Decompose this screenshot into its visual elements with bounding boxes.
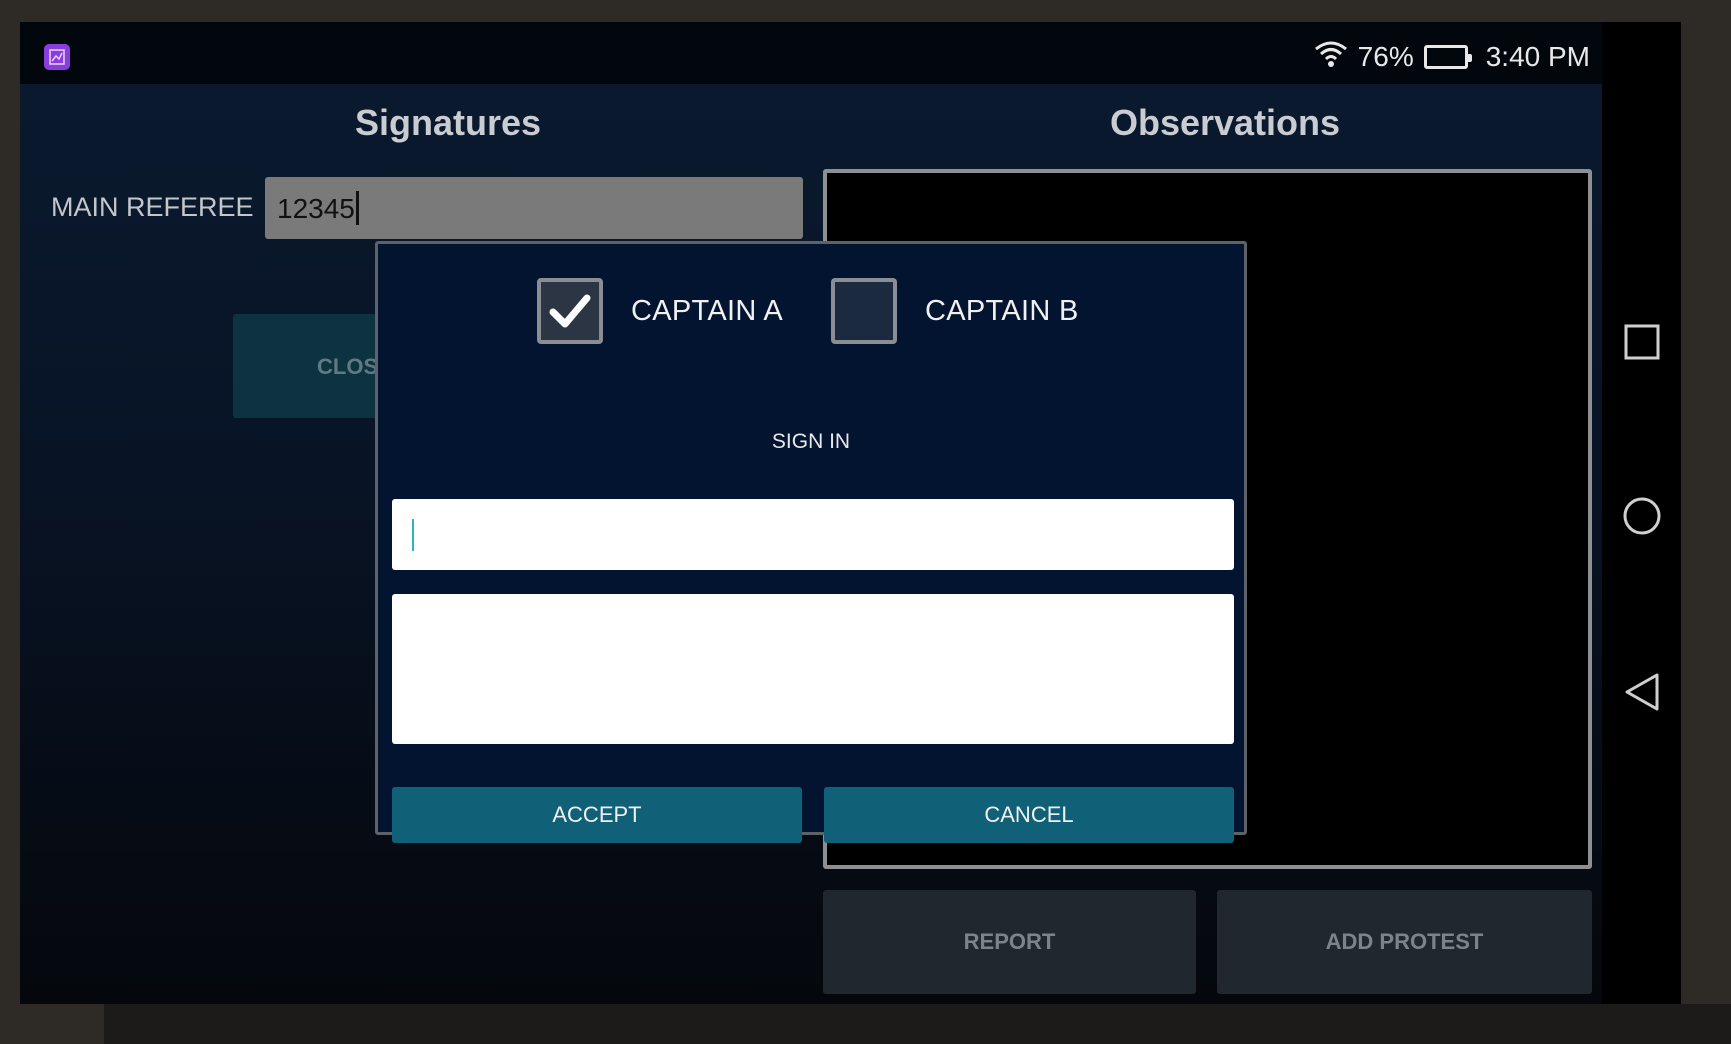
add-protest-button[interactable]: ADD PROTEST — [1217, 890, 1592, 994]
battery-percent: 76% — [1357, 41, 1414, 72]
captain-b-option[interactable]: CAPTAIN B — [831, 278, 1079, 344]
accept-button[interactable]: ACCEPT — [392, 787, 802, 843]
captain-a-checkbox[interactable] — [537, 278, 603, 344]
captain-a-label: CAPTAIN A — [631, 294, 784, 327]
back-triangle-icon[interactable] — [1620, 670, 1664, 714]
home-circle-icon[interactable] — [1620, 494, 1664, 538]
signatures-title: Signatures — [354, 102, 542, 143]
checkmark-icon — [549, 294, 591, 328]
app-icon — [44, 44, 70, 70]
close-button-label: CLOS — [317, 354, 379, 379]
system-nav-bar — [1602, 22, 1681, 1004]
main-referee-value: 12345 — [277, 193, 355, 224]
recents-square-icon[interactable] — [1620, 320, 1664, 364]
add-protest-button-label: ADD PROTEST — [1325, 929, 1484, 954]
device-shadow — [104, 1004, 1731, 1044]
status-indicators: 76% 3:40 PM — [1314, 40, 1590, 74]
captain-b-checkbox[interactable] — [831, 278, 897, 344]
tablet-device: 76% 3:40 PM Signatures Observations MAIN… — [20, 22, 1681, 1004]
observations-title: Observations — [1109, 102, 1341, 143]
app-screen: 76% 3:40 PM Signatures Observations MAIN… — [20, 22, 1602, 1004]
accept-button-label: ACCEPT — [552, 802, 642, 827]
main-referee-label: MAIN REFEREE — [51, 192, 254, 222]
main-referee-input[interactable]: 12345 — [265, 177, 803, 239]
captain-a-option[interactable]: CAPTAIN A — [537, 278, 783, 344]
cancel-button[interactable]: CANCEL — [824, 787, 1234, 843]
sign-in-label: SIGN IN — [771, 430, 851, 453]
signature-pad[interactable] — [392, 594, 1234, 744]
sign-in-input[interactable] — [392, 499, 1234, 570]
cancel-button-label: CANCEL — [984, 802, 1074, 827]
battery-icon — [1423, 45, 1472, 69]
clock: 3:40 PM — [1485, 41, 1590, 72]
text-caret — [355, 190, 359, 225]
captain-b-label: CAPTAIN B — [925, 294, 1079, 327]
wifi-icon — [1314, 40, 1348, 75]
report-button[interactable]: REPORT — [823, 890, 1196, 994]
report-button-label: REPORT — [963, 929, 1056, 954]
text-caret — [412, 519, 414, 551]
status-bar: 76% 3:40 PM — [20, 22, 1602, 84]
sign-dialog: CAPTAIN A CAPTAIN B SIGN IN ACCEPT CANCE… — [375, 241, 1247, 843]
